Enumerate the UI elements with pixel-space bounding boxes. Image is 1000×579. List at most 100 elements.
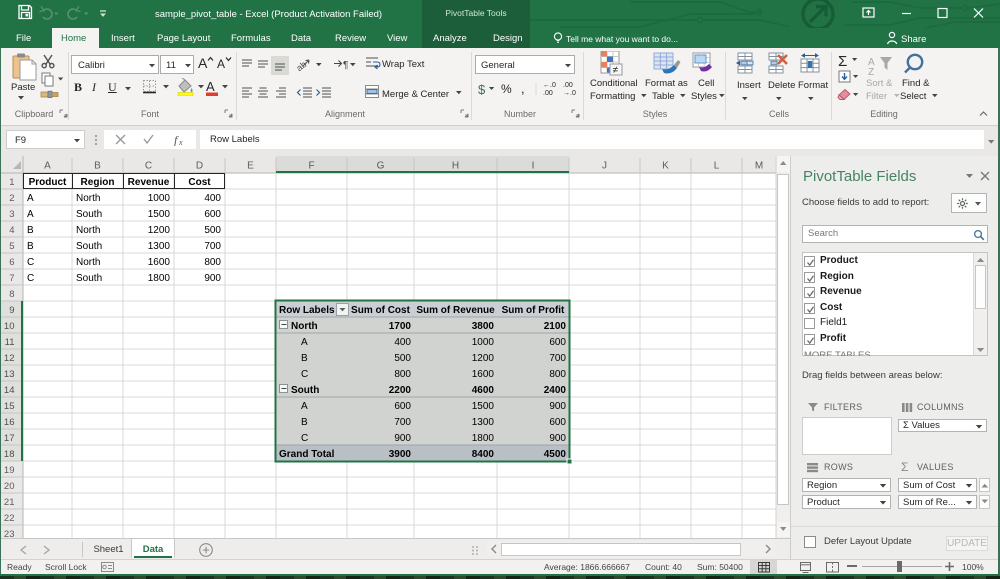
svg-text:Product: Product (29, 177, 67, 188)
svg-text:1700: 1700 (389, 321, 412, 332)
svg-text:2: 2 (9, 193, 14, 204)
svg-text:800: 800 (204, 257, 221, 268)
svg-text:5: 5 (9, 241, 14, 252)
svg-text:Insert: Insert (737, 80, 761, 91)
svg-text:900: 900 (549, 433, 566, 444)
svg-text:Delete: Delete (768, 80, 795, 91)
svg-text:C: C (27, 273, 34, 284)
svg-text:→.0: →.0 (563, 90, 576, 97)
svg-text:South: South (76, 209, 102, 220)
svg-text:M: M (755, 161, 763, 172)
svg-text:500: 500 (204, 225, 221, 236)
svg-text:20: 20 (4, 481, 15, 492)
svg-text:B: B (301, 417, 308, 428)
svg-text:A: A (198, 55, 208, 71)
svg-text:North: North (76, 257, 100, 268)
svg-text:B: B (94, 161, 101, 172)
svg-text:Grand Total: Grand Total (279, 449, 335, 460)
svg-text:%: % (501, 82, 512, 96)
svg-text:7: 7 (9, 273, 14, 284)
svg-text:,: , (521, 81, 525, 96)
svg-text:900: 900 (394, 433, 411, 444)
svg-text:10: 10 (4, 321, 15, 332)
svg-text:400: 400 (204, 193, 221, 204)
svg-text:22: 22 (4, 513, 15, 524)
svg-text:1600: 1600 (472, 369, 495, 380)
svg-text:Σ: Σ (838, 53, 847, 70)
svg-text:South: South (76, 241, 102, 252)
svg-text:B: B (27, 241, 34, 252)
svg-text:1: 1 (9, 177, 14, 188)
svg-text:19: 19 (4, 465, 15, 476)
svg-text:.00: .00 (543, 90, 553, 97)
svg-text:18: 18 (4, 449, 15, 460)
svg-text:A: A (27, 209, 34, 220)
svg-text:G: G (377, 161, 385, 172)
svg-text:A: A (301, 337, 308, 348)
svg-text:1300: 1300 (148, 241, 171, 252)
svg-text:Cell: Cell (698, 78, 714, 89)
svg-text:E: E (247, 161, 254, 172)
svg-text:B: B (301, 353, 308, 364)
svg-text:Formatting: Formatting (590, 91, 635, 102)
svg-text:600: 600 (549, 417, 566, 428)
svg-text:2200: 2200 (389, 385, 412, 396)
svg-text:L: L (714, 161, 720, 172)
svg-text:Wrap Text: Wrap Text (382, 59, 425, 70)
svg-text:900: 900 (549, 401, 566, 412)
svg-text:12: 12 (4, 353, 15, 364)
svg-text:23: 23 (4, 529, 15, 538)
svg-text:C: C (301, 433, 308, 444)
svg-text:Sum of Cost: Sum of Cost (351, 305, 411, 316)
svg-text:K: K (662, 161, 669, 172)
svg-text:800: 800 (549, 369, 566, 380)
svg-text:Merge & Center: Merge & Center (382, 89, 449, 100)
svg-text:17: 17 (4, 433, 15, 444)
svg-text:Table: Table (652, 91, 675, 102)
svg-text:Revenue: Revenue (128, 177, 170, 188)
svg-text:H: H (452, 161, 459, 172)
svg-text:Conditional: Conditional (590, 78, 638, 89)
svg-text:C: C (301, 369, 308, 380)
svg-text:1500: 1500 (472, 401, 495, 412)
svg-text:4500: 4500 (544, 449, 567, 460)
svg-text:11: 11 (5, 337, 15, 348)
svg-text:21: 21 (4, 497, 15, 508)
svg-text:North: North (291, 321, 318, 332)
svg-text:.00: .00 (563, 82, 573, 89)
svg-text:A: A (206, 79, 215, 94)
svg-text:Format: Format (798, 80, 828, 91)
svg-text:Cost: Cost (188, 177, 211, 188)
svg-text:C: C (145, 161, 152, 172)
svg-text:1200: 1200 (148, 225, 171, 236)
svg-text:Z: Z (868, 67, 874, 78)
svg-text:600: 600 (394, 401, 411, 412)
svg-text:North: North (76, 193, 100, 204)
svg-text:Filter: Filter (866, 91, 887, 102)
svg-text:Row Labels: Row Labels (279, 305, 335, 316)
svg-text:Find &: Find & (902, 78, 930, 89)
svg-text:A: A (301, 401, 308, 412)
svg-text:14: 14 (4, 385, 15, 396)
svg-text:¶: ¶ (343, 60, 348, 71)
svg-text:Sort &: Sort & (866, 78, 893, 89)
svg-text:700: 700 (204, 241, 221, 252)
svg-text:A: A (44, 161, 51, 172)
svg-text:≠: ≠ (613, 65, 619, 76)
svg-text:B: B (27, 225, 34, 236)
svg-text:ab: ab (294, 59, 308, 73)
svg-text:400: 400 (394, 337, 411, 348)
svg-text:1800: 1800 (472, 433, 495, 444)
svg-text:2100: 2100 (544, 321, 567, 332)
svg-text:Paste: Paste (11, 82, 35, 93)
svg-text:800: 800 (394, 369, 411, 380)
svg-text:C: C (27, 257, 34, 268)
svg-text:I: I (532, 161, 535, 172)
svg-text:15: 15 (4, 401, 15, 412)
svg-text:500: 500 (394, 353, 411, 364)
svg-text:Sum of Revenue: Sum of Revenue (416, 305, 495, 316)
svg-text:South: South (76, 273, 102, 284)
svg-text:F: F (308, 161, 314, 172)
svg-text:A: A (27, 193, 34, 204)
svg-text:D: D (196, 161, 203, 172)
